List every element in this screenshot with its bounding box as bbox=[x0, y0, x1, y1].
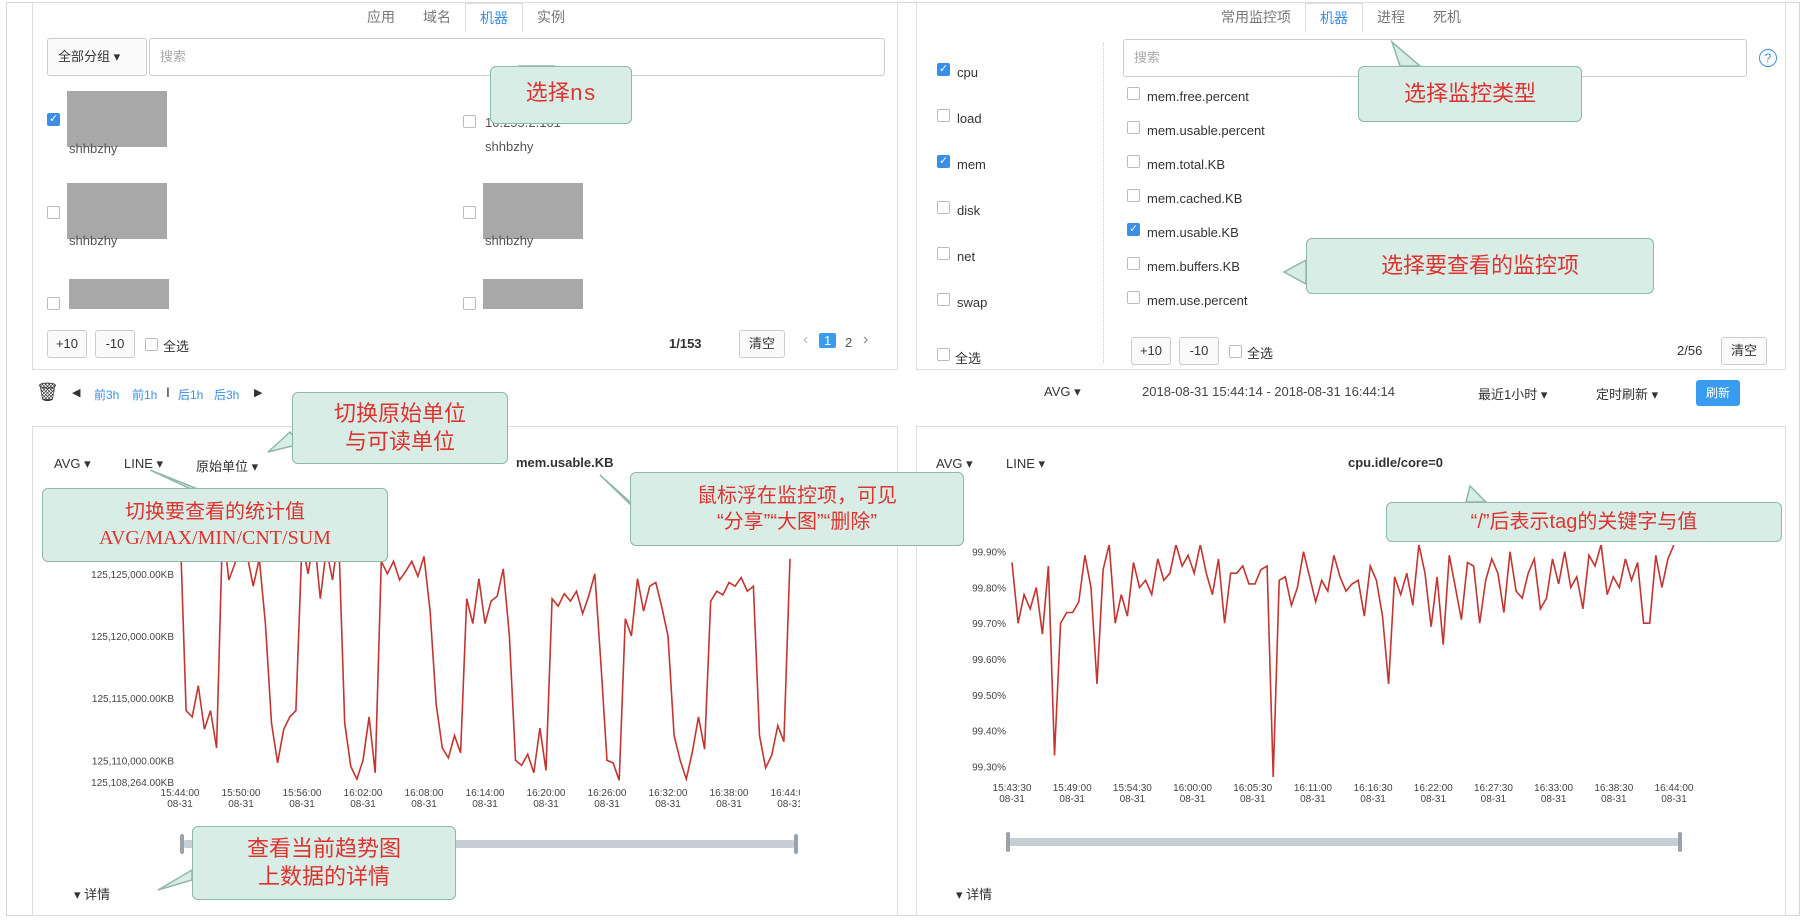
callout-select-ns: 选择ns bbox=[490, 66, 632, 124]
callout-tag: “/”后表示tag的关键字与值 bbox=[1386, 502, 1782, 542]
callout-pointers bbox=[149, 39, 1488, 891]
callout-select-type: 选择监控类型 bbox=[1358, 66, 1582, 122]
callout-stat-switch: 切换要查看的统计值 AVG/MAX/MIN/CNT/SUM bbox=[42, 488, 388, 562]
callout-select-item: 选择要查看的监控项 bbox=[1306, 238, 1654, 294]
callout-details: 查看当前趋势图 上数据的详情 bbox=[192, 826, 456, 900]
callout-hover: 鼠标浮在监控项，可见 “分享”“大图”“删除” bbox=[630, 472, 964, 546]
callout-unit-switch: 切换原始单位 与可读单位 bbox=[292, 392, 508, 464]
